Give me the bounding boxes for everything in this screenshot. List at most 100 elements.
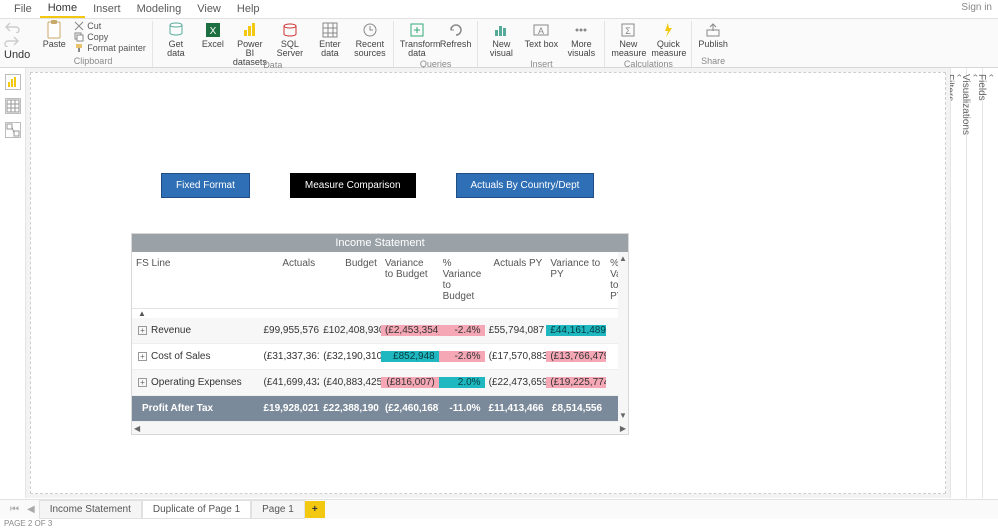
- scroll-right-icon[interactable]: ▶: [620, 424, 626, 433]
- publish-button[interactable]: Publish: [698, 21, 728, 49]
- scroll-left-icon[interactable]: ◀: [134, 424, 140, 433]
- refresh-button[interactable]: Refresh: [440, 21, 472, 49]
- fields-pane-toggle[interactable]: ‹Fields: [982, 68, 998, 498]
- sign-in-link[interactable]: Sign in: [961, 2, 992, 13]
- data-group: Get data XExcel Power BI datasets SQL Se…: [153, 21, 394, 67]
- ribbon: Undo Paste Cut Copy Format painter Clipb…: [0, 18, 998, 68]
- col-actuals-py[interactable]: Actuals PY: [485, 252, 547, 308]
- nav-measure-comparison[interactable]: Measure Comparison: [290, 173, 416, 198]
- table-row[interactable]: +Cost of Sales (£31,337,361) (£32,190,31…: [132, 344, 628, 370]
- page-nav-prev[interactable]: ◀: [23, 504, 39, 515]
- nav-button-row: Fixed Format Measure Comparison Actuals …: [161, 173, 594, 198]
- table-row[interactable]: +Revenue £99,955,576 £102,408,930 (£2,45…: [132, 318, 628, 344]
- table-header: FS Line Actuals Budget Variance to Budge…: [132, 252, 628, 309]
- new-visual-button[interactable]: New visual: [484, 21, 518, 58]
- table-body: +Revenue £99,955,576 £102,408,930 (£2,45…: [132, 318, 628, 422]
- excel-icon: X: [204, 21, 222, 39]
- text-box-button[interactable]: AText box: [524, 21, 558, 49]
- menu-view[interactable]: View: [189, 1, 229, 17]
- page-nav-first[interactable]: ⏮: [6, 504, 23, 515]
- menu-help[interactable]: Help: [229, 1, 268, 17]
- menu-file[interactable]: File: [6, 1, 40, 17]
- transform-data-button[interactable]: Transform data: [400, 21, 434, 58]
- page-tab-bar: ⏮ ◀ Income Statement Duplicate of Page 1…: [0, 499, 998, 519]
- calculations-group: ΣNew measure Quick measure Calculations: [605, 21, 692, 67]
- brush-icon: [74, 43, 84, 53]
- recent-sources-button[interactable]: Recent sources: [353, 21, 387, 58]
- clipboard-icon: [45, 21, 63, 39]
- undo-button[interactable]: [4, 21, 20, 33]
- redo-button[interactable]: [4, 35, 20, 47]
- pbi-icon: [241, 21, 259, 39]
- table-total-row: Profit After Tax £19,928,021 £22,388,190…: [132, 396, 628, 422]
- menu-modeling[interactable]: Modeling: [129, 1, 190, 17]
- textbox-icon: A: [532, 21, 550, 39]
- status-bar: PAGE 2 OF 3: [0, 519, 998, 529]
- page-tab[interactable]: Income Statement: [39, 500, 142, 519]
- scroll-up-icon[interactable]: ▲: [619, 254, 627, 263]
- get-data-button[interactable]: Get data: [159, 21, 193, 58]
- add-page-button[interactable]: +: [305, 501, 325, 518]
- table-icon: [321, 21, 339, 39]
- chevron-left-icon: ‹: [987, 74, 997, 488]
- col-var-py[interactable]: Variance to PY: [546, 252, 606, 308]
- model-view-button[interactable]: [5, 122, 21, 138]
- menu-insert[interactable]: Insert: [85, 1, 129, 17]
- publish-icon: [704, 21, 722, 39]
- quick-measure-button[interactable]: Quick measure: [651, 21, 685, 58]
- clipboard-sub: Cut Copy Format painter: [74, 21, 146, 53]
- pbi-datasets-button[interactable]: Power BI datasets: [233, 21, 267, 67]
- queries-group: Transform data Refresh Queries: [394, 21, 479, 67]
- canvas-wrap: Fixed Format Measure Comparison Actuals …: [26, 68, 950, 498]
- col-pct-var-budget[interactable]: % Variance to Budget: [439, 252, 485, 308]
- col-actuals[interactable]: Actuals: [259, 252, 319, 308]
- workspace: Fixed Format Measure Comparison Actuals …: [0, 68, 998, 498]
- table-v-scrollbar[interactable]: ▲ ▼: [618, 252, 628, 422]
- nav-fixed-format[interactable]: Fixed Format: [161, 173, 250, 198]
- report-canvas[interactable]: Fixed Format Measure Comparison Actuals …: [30, 72, 946, 494]
- measure-icon: Σ: [619, 21, 637, 39]
- report-view-button[interactable]: [5, 74, 21, 90]
- scroll-down-icon[interactable]: ▼: [619, 411, 627, 420]
- chart-icon: [492, 21, 510, 39]
- paste-button[interactable]: Paste: [40, 21, 68, 49]
- page-tab[interactable]: Duplicate of Page 1: [142, 500, 251, 519]
- page-tab[interactable]: Page 1: [251, 500, 305, 519]
- expand-icon[interactable]: +: [138, 378, 147, 387]
- copy-button[interactable]: Copy: [74, 32, 146, 42]
- scissors-icon: [74, 21, 84, 31]
- table-title: Income Statement: [132, 234, 628, 252]
- recent-icon: [361, 21, 379, 39]
- svg-text:A: A: [538, 26, 544, 36]
- clipboard-group: Paste Cut Copy Format painter Clipboard: [34, 21, 153, 67]
- excel-button[interactable]: XExcel: [199, 21, 227, 49]
- menu-home[interactable]: Home: [40, 0, 85, 18]
- expand-icon[interactable]: +: [138, 352, 147, 361]
- menu-bar: File Home Insert Modeling View Help: [0, 0, 998, 18]
- sql-icon: [281, 21, 299, 39]
- new-measure-button[interactable]: ΣNew measure: [611, 21, 645, 58]
- getdata-icon: [167, 21, 185, 39]
- table-h-scrollbar[interactable]: ◀ ▶: [132, 422, 628, 434]
- col-fs-line[interactable]: FS Line: [132, 252, 259, 308]
- table-row[interactable]: +Operating Expenses (£41,699,432) (£40,8…: [132, 370, 628, 396]
- copy-icon: [74, 32, 84, 42]
- refresh-icon: [447, 21, 465, 39]
- sort-indicator: ▲: [132, 309, 628, 318]
- nav-actuals-by-country[interactable]: Actuals By Country/Dept: [456, 173, 595, 198]
- sql-server-button[interactable]: SQL Server: [273, 21, 307, 58]
- income-statement-table[interactable]: Income Statement FS Line Actuals Budget …: [131, 233, 629, 435]
- col-budget[interactable]: Budget: [319, 252, 381, 308]
- data-view-button[interactable]: [5, 98, 21, 114]
- col-var-budget[interactable]: Variance to Budget: [381, 252, 439, 308]
- format-painter-button[interactable]: Format painter: [74, 43, 146, 53]
- svg-text:X: X: [209, 26, 216, 37]
- insert-group: New visual AText box More visuals Insert: [478, 21, 605, 67]
- more-icon: [572, 21, 590, 39]
- cut-button[interactable]: Cut: [74, 21, 146, 31]
- expand-icon[interactable]: +: [138, 326, 147, 335]
- enter-data-button[interactable]: Enter data: [313, 21, 347, 58]
- transform-icon: [408, 21, 426, 39]
- more-visuals-button[interactable]: More visuals: [564, 21, 598, 58]
- quick-icon: [659, 21, 677, 39]
